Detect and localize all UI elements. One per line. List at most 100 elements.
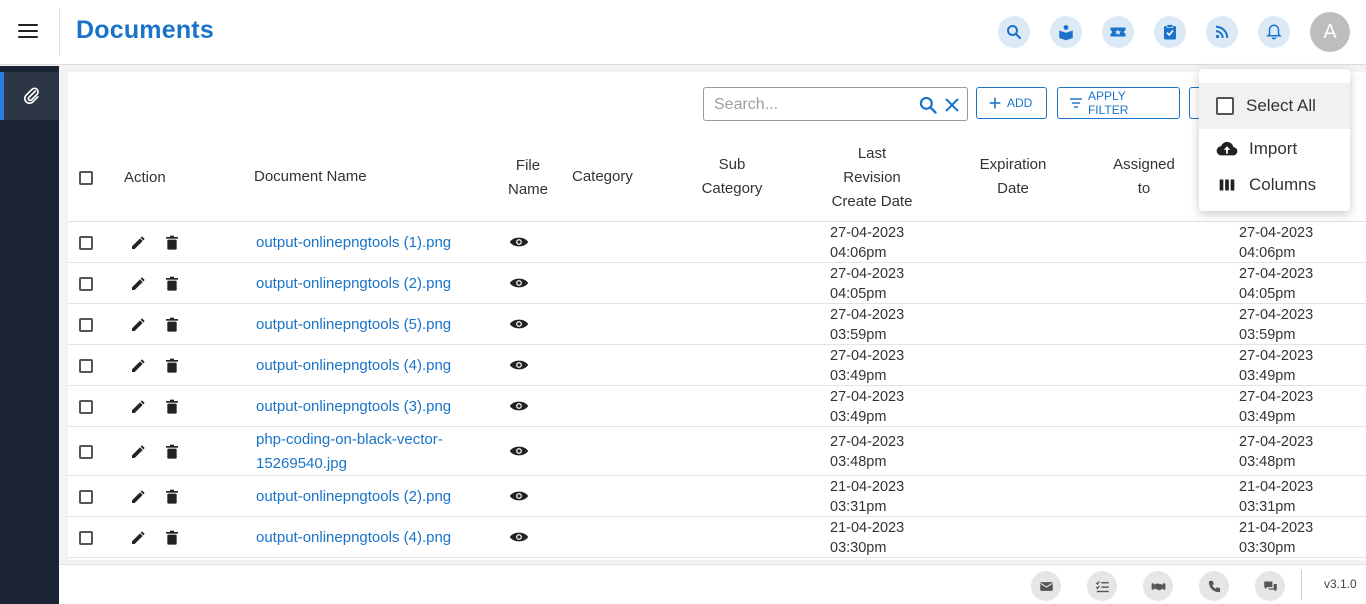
footer: v3.1.0 xyxy=(59,564,1366,604)
last-revision-date: 27-04-2023 03:49pm xyxy=(830,348,905,384)
header-assigned-to: Assigned to xyxy=(1113,156,1175,197)
create-date: 27-04-2023 04:06pm xyxy=(1239,225,1314,261)
delete-icon[interactable] xyxy=(164,444,180,460)
last-revision-date: 27-04-2023 04:05pm xyxy=(830,266,905,302)
last-revision-date: 27-04-2023 03:48pm xyxy=(830,434,905,470)
menu-item-import[interactable]: Import xyxy=(1199,129,1350,169)
edit-icon[interactable] xyxy=(130,444,146,460)
clear-icon[interactable] xyxy=(943,96,961,114)
eye-icon[interactable] xyxy=(509,529,529,545)
edit-icon[interactable] xyxy=(130,489,146,505)
menu-item-columns[interactable]: Columns xyxy=(1199,165,1350,205)
document-name-link[interactable]: output-onlinepngtools (4).png xyxy=(256,526,451,550)
row-checkbox[interactable] xyxy=(79,531,93,545)
create-date: 27-04-2023 04:05pm xyxy=(1239,266,1314,302)
delete-icon[interactable] xyxy=(164,276,180,292)
row-checkbox[interactable] xyxy=(79,359,93,373)
eye-icon[interactable] xyxy=(509,234,529,250)
eye-icon[interactable] xyxy=(509,275,529,291)
delete-icon[interactable] xyxy=(164,489,180,505)
eye-icon[interactable] xyxy=(509,398,529,414)
hamburger-menu-icon[interactable] xyxy=(18,24,38,40)
create-date: 27-04-2023 03:49pm xyxy=(1239,348,1314,384)
sidebar-item-documents[interactable] xyxy=(0,72,59,120)
delete-icon[interactable] xyxy=(164,358,180,374)
search-icon[interactable] xyxy=(918,95,938,115)
mail-icon[interactable] xyxy=(1031,571,1061,601)
header-sub-category: Sub Category xyxy=(701,156,763,197)
header-file-name: File Name xyxy=(507,157,548,198)
header-expiration-date: Expiration Date xyxy=(979,156,1047,197)
row-checkbox[interactable] xyxy=(79,445,93,459)
add-button[interactable]: ADD xyxy=(976,87,1047,119)
row-checkbox[interactable] xyxy=(79,490,93,504)
eye-icon[interactable] xyxy=(509,316,529,332)
edit-icon[interactable] xyxy=(130,235,146,251)
delete-icon[interactable] xyxy=(164,235,180,251)
table-row: output-onlinepngtools (5).png 27-04-2023… xyxy=(68,304,1366,345)
page-title: Documents xyxy=(76,16,214,44)
ticket-icon[interactable] xyxy=(1102,16,1134,48)
edit-icon[interactable] xyxy=(130,276,146,292)
menu-item-select-all[interactable]: Select All xyxy=(1199,83,1350,129)
book-reader-icon[interactable] xyxy=(1050,16,1082,48)
delete-icon[interactable] xyxy=(164,530,180,546)
document-name-link[interactable]: output-onlinepngtools (1).png xyxy=(256,231,451,255)
document-name-link[interactable]: output-onlinepngtools (2).png xyxy=(256,485,451,509)
edit-icon[interactable] xyxy=(130,399,146,415)
apply-filter-button[interactable]: APPLY FILTER xyxy=(1057,87,1180,119)
create-date: 21-04-2023 03:31pm xyxy=(1239,479,1314,515)
menu-item-import-label: Import xyxy=(1249,139,1298,158)
handshake-icon[interactable] xyxy=(1143,571,1173,601)
row-checkbox[interactable] xyxy=(79,400,93,414)
edit-icon[interactable] xyxy=(130,358,146,374)
header-divider xyxy=(59,8,60,56)
table-row: output-onlinepngtools (3).png 27-04-2023… xyxy=(68,386,1366,427)
add-button-label: ADD xyxy=(1007,96,1033,110)
last-revision-date: 27-04-2023 04:06pm xyxy=(830,225,905,261)
last-revision-date: 27-04-2023 03:49pm xyxy=(830,389,905,425)
document-name-link[interactable]: output-onlinepngtools (5).png xyxy=(256,313,451,337)
delete-icon[interactable] xyxy=(164,399,180,415)
table-row: output-onlinepngtools (4).png 27-04-2023… xyxy=(68,345,1366,386)
create-date: 21-04-2023 03:30pm xyxy=(1239,520,1314,556)
chat-icon[interactable] xyxy=(1255,571,1285,601)
last-revision-date: 27-04-2023 03:59pm xyxy=(830,307,905,343)
avatar[interactable]: A xyxy=(1310,12,1350,52)
document-name-link[interactable]: php-coding-on-black-vector- 15269540.jpg xyxy=(256,428,443,476)
apply-filter-label: APPLY FILTER xyxy=(1087,89,1129,117)
row-checkbox[interactable] xyxy=(79,236,93,250)
edit-icon[interactable] xyxy=(130,530,146,546)
search-input[interactable] xyxy=(714,94,909,116)
select-all-checkbox[interactable] xyxy=(79,171,93,185)
delete-icon[interactable] xyxy=(164,317,180,333)
phone-icon[interactable] xyxy=(1199,571,1229,601)
header-last-revision: Last Revision Create Date xyxy=(831,145,913,210)
rss-icon[interactable] xyxy=(1206,16,1238,48)
search-icon[interactable] xyxy=(998,16,1030,48)
last-revision-date: 21-04-2023 03:31pm xyxy=(830,479,905,515)
last-revision-date: 21-04-2023 03:30pm xyxy=(830,520,905,556)
table-row: output-onlinepngtools (2).png 21-04-2023… xyxy=(68,476,1366,517)
document-name-link[interactable]: output-onlinepngtools (2).png xyxy=(256,272,451,296)
header-category: Category xyxy=(572,168,633,185)
menu-item-select-all-label: Select All xyxy=(1246,96,1316,115)
filter-icon xyxy=(1069,98,1082,108)
select-all-menu-checkbox[interactable] xyxy=(1216,97,1234,115)
edit-icon[interactable] xyxy=(130,317,146,333)
columns-icon xyxy=(1219,179,1235,191)
checklist-icon[interactable] xyxy=(1087,571,1117,601)
table-row: output-onlinepngtools (4).png 21-04-2023… xyxy=(68,517,1366,558)
table-row: output-onlinepngtools (2).png 27-04-2023… xyxy=(68,263,1366,304)
row-checkbox[interactable] xyxy=(79,318,93,332)
document-name-link[interactable]: output-onlinepngtools (4).png xyxy=(256,354,451,378)
bell-icon[interactable] xyxy=(1258,16,1290,48)
footer-divider xyxy=(1301,570,1302,600)
create-date: 27-04-2023 03:59pm xyxy=(1239,307,1314,343)
document-name-link[interactable]: output-onlinepngtools (3).png xyxy=(256,395,451,419)
eye-icon[interactable] xyxy=(509,488,529,504)
eye-icon[interactable] xyxy=(509,357,529,373)
row-checkbox[interactable] xyxy=(79,277,93,291)
clipboard-check-icon[interactable] xyxy=(1154,16,1186,48)
eye-icon[interactable] xyxy=(509,443,529,459)
